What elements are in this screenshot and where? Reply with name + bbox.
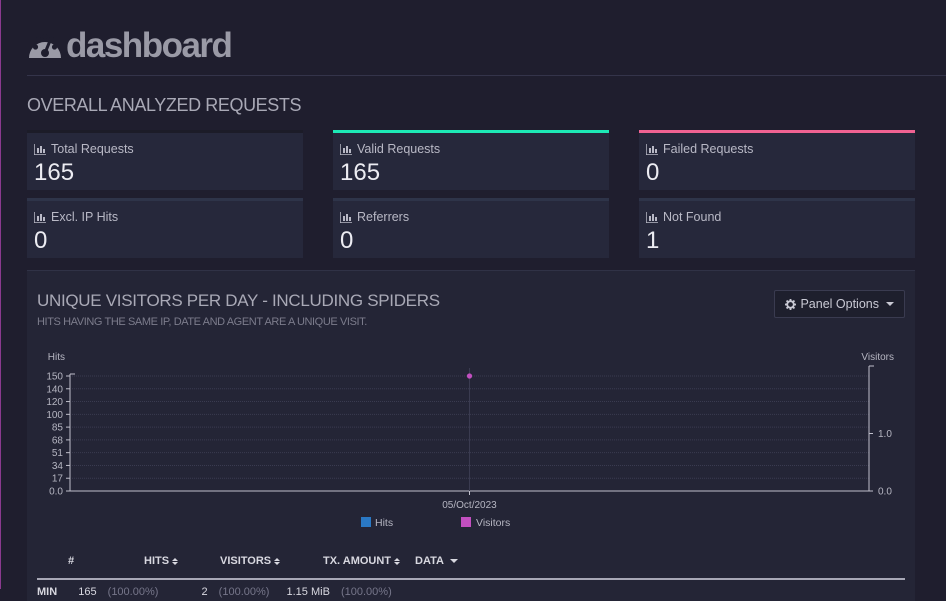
card-value: 165 [340, 159, 380, 187]
table-header: # HITS VISITORS TX. AMOUNT DATA [37, 555, 905, 579]
card-label: Not Found [663, 210, 721, 224]
unique-visitors-panel: UNIQUE VISITORS PER DAY - INCLUDING SPID… [27, 270, 915, 601]
dashboard-gauge-icon [27, 28, 63, 64]
legend-hits-swatch [361, 517, 371, 527]
y2-axis-label: Visitors [861, 352, 894, 363]
card-valid-requests: Valid Requests 165 [333, 130, 609, 190]
card-label: Valid Requests [357, 142, 440, 156]
bar-chart-icon [340, 212, 352, 223]
visitors-chart: 0.0 17 34 51 6885 100 120 140150 Hits 1.0 0.0 Visit… [27, 271, 915, 536]
y-tick-label: 0.0 [49, 487, 63, 498]
col-tx-amount[interactable]: TX. AMOUNT [323, 555, 400, 567]
col-hits[interactable]: HITS [144, 555, 178, 567]
col-index: # [68, 555, 74, 567]
sort-desc-icon [450, 559, 458, 563]
y-tick-label: 85 [52, 423, 64, 434]
y-tick-label: 100 [46, 410, 63, 421]
card-failed-requests: Failed Requests 0 [639, 130, 915, 190]
y2-tick-label: 1.0 [878, 429, 892, 440]
card-value: 0 [340, 227, 353, 255]
bar-chart-icon [34, 144, 46, 155]
card-label: Failed Requests [663, 142, 753, 156]
card-total-requests: Total Requests 165 [27, 130, 303, 190]
bar-chart-icon [646, 144, 658, 155]
y-tick-label: 34 [52, 461, 64, 472]
legend-visitors-swatch [461, 517, 471, 527]
sort-icon [274, 558, 280, 565]
table-header-rule [37, 578, 905, 580]
card-value: 165 [34, 159, 74, 187]
col-visitors[interactable]: VISITORS [220, 555, 280, 567]
y-tick-label: 150 [46, 372, 63, 383]
sort-icon [394, 558, 400, 565]
card-not-found: Not Found 1 [639, 198, 915, 258]
page-title: dashboard [66, 26, 231, 66]
y2-tick-label: 0.0 [878, 487, 892, 498]
legend-visitors-label: Visitors [476, 517, 510, 529]
left-border [0, 0, 1, 589]
page-header: dashboard [27, 26, 231, 66]
card-label: Referrers [357, 210, 409, 224]
sort-icon [172, 558, 178, 565]
col-data[interactable]: DATA [415, 555, 458, 567]
bar-chart-icon [340, 144, 352, 155]
table-row: MIN 165 (100.00%) 2 (100.00%) 1.15 MiB (… [37, 586, 400, 598]
card-referrers: Referrers 0 [333, 198, 609, 258]
legend-hits-label: Hits [375, 517, 393, 529]
card-label: Total Requests [51, 142, 134, 156]
x-tick-label: 05/Oct/2023 [442, 500, 497, 511]
visitors-point [467, 373, 472, 378]
header-divider [27, 75, 946, 76]
bar-chart-icon [34, 212, 46, 223]
y-axis-label: Hits [48, 352, 65, 363]
y-tick-label: 120 [46, 397, 63, 408]
card-label: Excl. IP Hits [51, 210, 118, 224]
card-value: 1 [646, 227, 659, 255]
card-value: 0 [646, 159, 659, 187]
card-excluded-ip-hits: Excl. IP Hits 0 [27, 198, 303, 258]
y-tick-label: 17 [52, 474, 64, 485]
bar-chart-icon [646, 212, 658, 223]
y-tick-label: 51 [52, 448, 64, 459]
y-tick-label: 68 [52, 435, 64, 446]
card-value: 0 [34, 227, 47, 255]
y-tick-label: 140 [46, 384, 63, 395]
section-title: OVERALL ANALYZED REQUESTS [27, 95, 301, 116]
